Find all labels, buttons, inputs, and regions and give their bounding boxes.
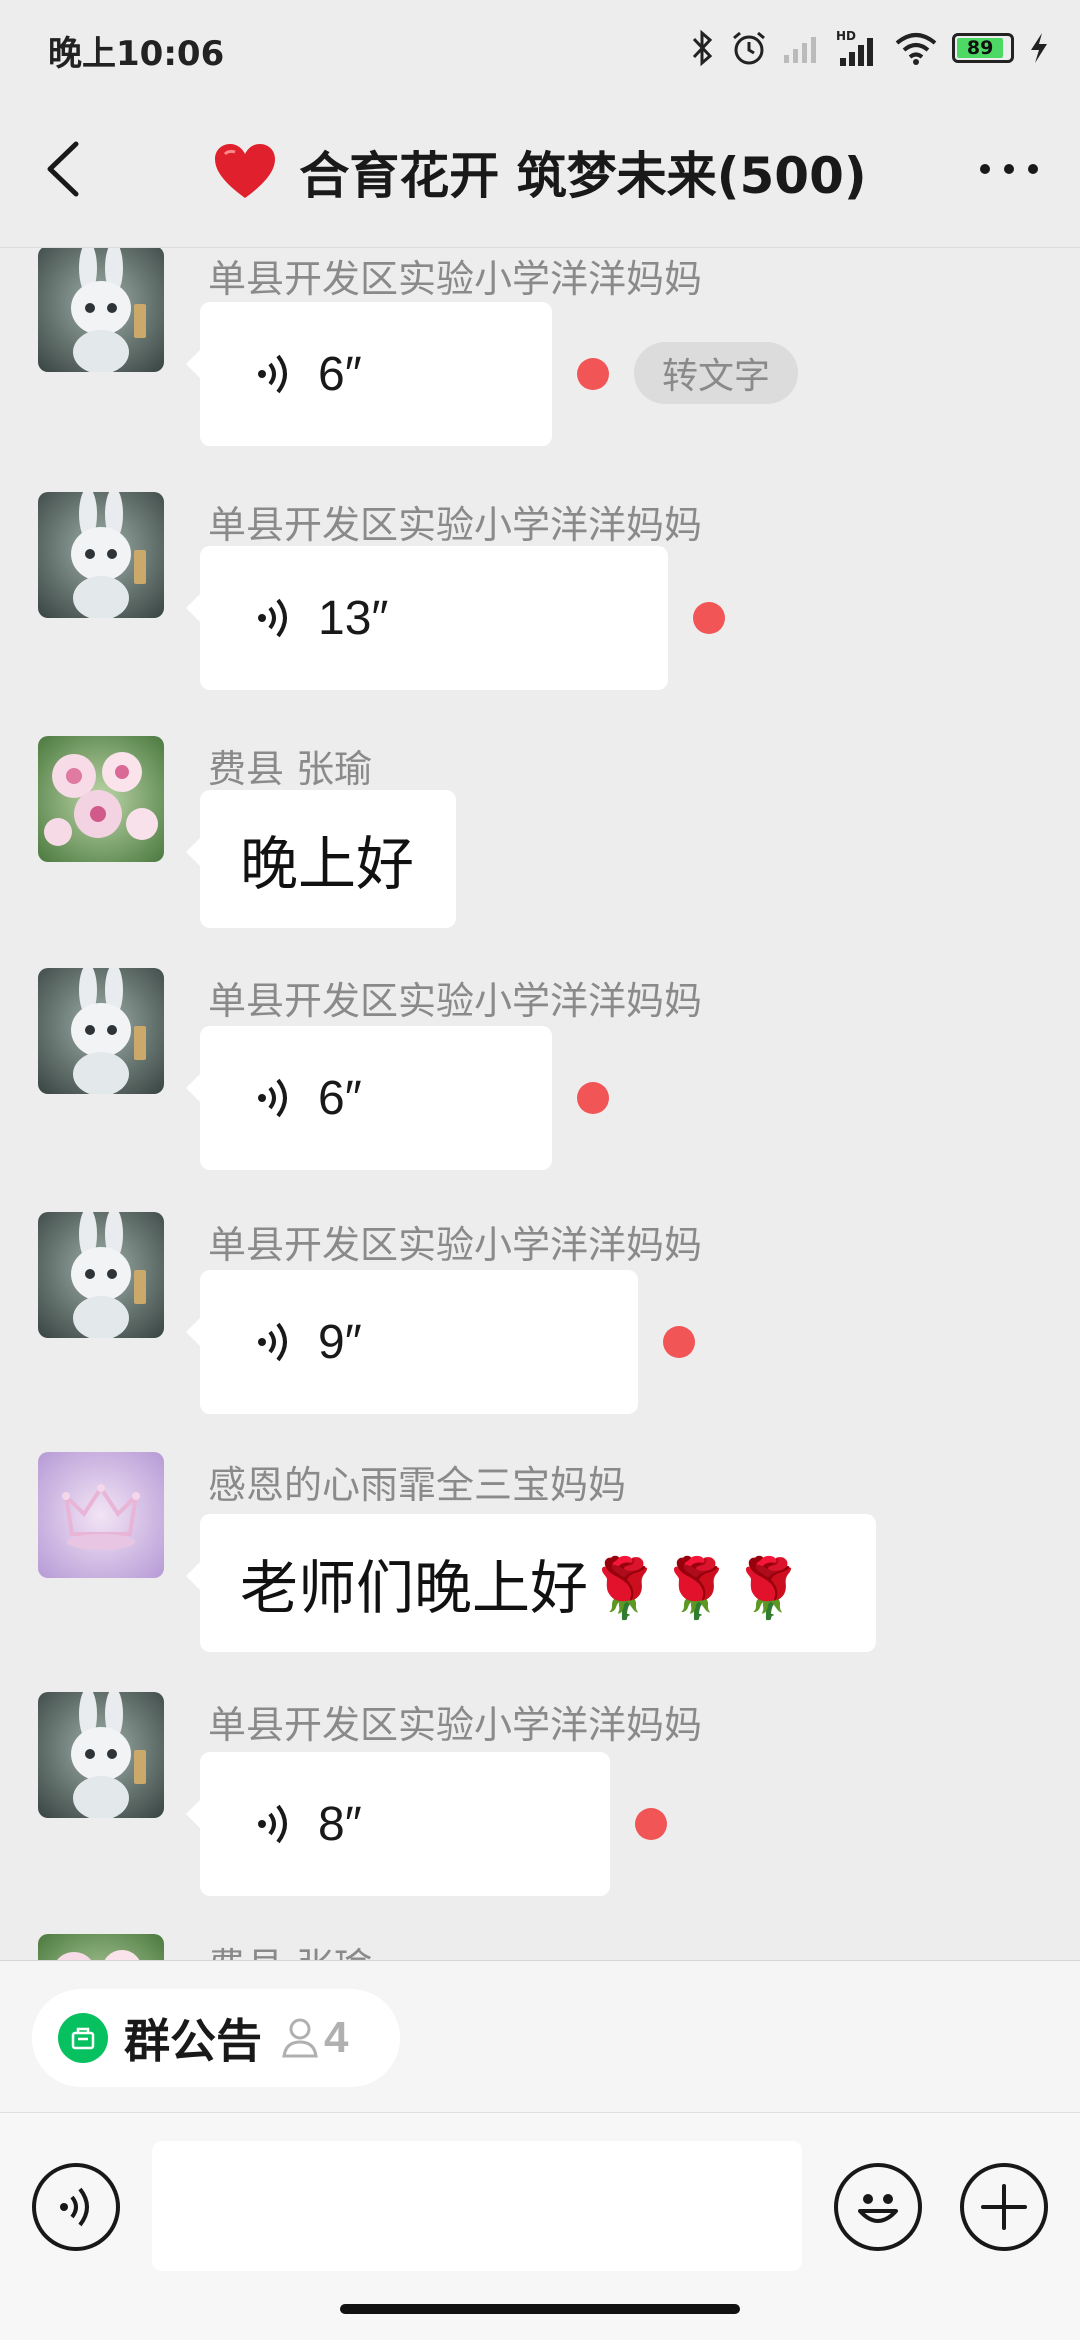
svg-text:HD: HD — [836, 29, 856, 43]
voice-wave-icon — [258, 1804, 287, 1844]
voice-input-button[interactable] — [32, 2163, 120, 2251]
voice-wave-icon — [258, 1078, 287, 1118]
convert-to-text-button[interactable]: 转文字 — [634, 342, 799, 404]
voice-duration: 6″ — [318, 347, 362, 401]
status-time: 晚上10:06 — [48, 34, 225, 74]
text-message-bubble[interactable]: 晚上好 — [186, 790, 456, 928]
avatar[interactable] — [38, 736, 164, 862]
unread-dot — [577, 1082, 609, 1114]
voice-wave-icon — [258, 354, 287, 394]
voice-message-bubble[interactable]: 6″ — [186, 302, 552, 446]
battery-icon: 89 — [952, 33, 1014, 63]
avatar[interactable] — [38, 248, 164, 372]
emoji-button[interactable] — [834, 2163, 922, 2251]
announcement-icon — [58, 2013, 108, 2063]
charging-icon — [1031, 33, 1047, 63]
unread-dot — [577, 358, 609, 390]
sender-name: 单县开发区实验小学洋洋妈妈 — [208, 979, 703, 1023]
sender-name: 费县 张瑜 — [208, 1936, 372, 1960]
avatar[interactable] — [38, 1212, 164, 1338]
avatar[interactable] — [38, 492, 164, 618]
voice-message-bubble[interactable]: 9″ — [186, 1270, 638, 1414]
status-bar: 晚上10:06 HD 89 — [0, 0, 1080, 96]
group-notice-button[interactable]: 群公告 4 — [32, 1989, 400, 2087]
avatar[interactable] — [38, 1452, 164, 1578]
chat-header: 合育花开 筑梦未来(500) — [0, 96, 1080, 248]
more-actions-button[interactable] — [960, 2163, 1048, 2251]
hd-signal-icon: HD — [836, 29, 873, 66]
unread-dot — [663, 1326, 695, 1358]
page-title: 合育花开 筑梦未来(500) — [0, 136, 1080, 208]
voice-message-bubble[interactable]: 6″ — [186, 1026, 552, 1170]
voice-duration: 8″ — [318, 1797, 362, 1851]
sender-name: 单县开发区实验小学洋洋妈妈 — [208, 1703, 703, 1747]
voice-wave-icon — [258, 598, 287, 638]
home-indicator[interactable] — [340, 2304, 740, 2314]
voice-wave-icon — [60, 2187, 89, 2227]
plus-icon — [981, 2184, 1027, 2230]
sender-name: 单县开发区实验小学洋洋妈妈 — [208, 503, 703, 547]
bluetooth-icon — [692, 29, 713, 67]
more-dots-icon[interactable] — [976, 146, 1042, 192]
text-message-bubble[interactable]: 老师们晚上好🌹🌹🌹 — [186, 1514, 876, 1652]
battery-level: 89 — [957, 37, 1004, 59]
avatar[interactable] — [38, 1692, 164, 1818]
sender-name: 感恩的心雨霏全三宝妈妈 — [208, 1463, 627, 1507]
voice-wave-icon — [258, 1322, 287, 1362]
group-notice-bar: 群公告 4 — [0, 1960, 1080, 2112]
voice-duration: 13″ — [318, 591, 389, 645]
wifi-icon — [895, 33, 937, 65]
sender-name: 费县 张瑜 — [208, 747, 373, 791]
group-name: 合育花开 筑梦未来(500) — [299, 147, 867, 205]
person-icon — [282, 2018, 318, 2058]
alarm-icon — [733, 31, 765, 65]
message-text: 晚上好 — [240, 830, 415, 898]
voice-message-bubble[interactable]: 8″ — [186, 1752, 610, 1896]
voice-duration: 9″ — [318, 1315, 362, 1369]
status-icons: HD 89 — [690, 26, 1050, 70]
avatar[interactable] — [38, 968, 164, 1094]
unread-dot — [635, 1808, 667, 1840]
avatar[interactable] — [38, 1934, 164, 1960]
message-list[interactable]: 单县开发区实验小学洋洋妈妈 6″ 转文字 单县开发区实验小学洋洋妈妈 13″ 费… — [0, 248, 1080, 1960]
signal-icon — [784, 37, 816, 63]
message-input[interactable] — [152, 2141, 802, 2271]
voice-duration: 6″ — [318, 1071, 362, 1125]
sender-name: 单县开发区实验小学洋洋妈妈 — [208, 257, 703, 301]
voice-message-bubble[interactable]: 13″ — [186, 546, 668, 690]
message-text: 老师们晚上好🌹🌹🌹 — [240, 1554, 805, 1622]
notice-read-count: 4 — [324, 2013, 349, 2062]
sender-name: 单县开发区实验小学洋洋妈妈 — [208, 1223, 703, 1267]
smiley-icon — [858, 2194, 898, 2223]
heart-icon — [215, 144, 276, 198]
group-notice-label: 群公告 — [124, 2014, 262, 2068]
unread-dot — [693, 602, 725, 634]
